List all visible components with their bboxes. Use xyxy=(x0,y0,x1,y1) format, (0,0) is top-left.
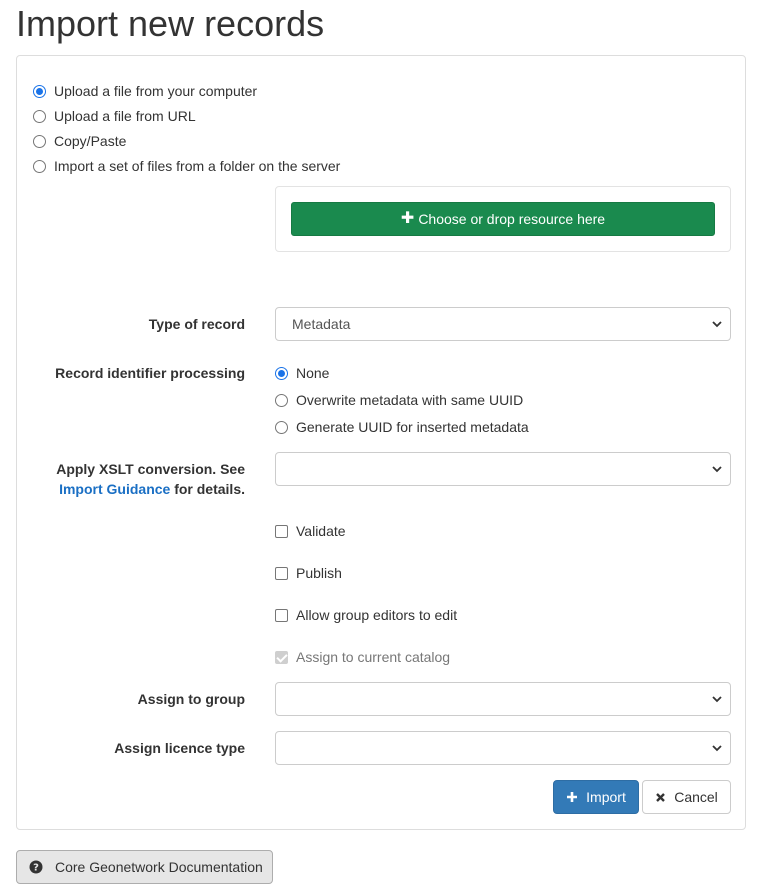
radio-label: Generate UUID for inserted metadata xyxy=(296,419,529,435)
radio-label: None xyxy=(296,365,330,381)
radio-identifier-none[interactable]: None xyxy=(275,363,329,383)
xslt-label-suffix: for details. xyxy=(174,481,245,497)
checkbox[interactable] xyxy=(275,566,288,580)
checkbox-publish[interactable]: Publish xyxy=(275,563,342,583)
checkbox-validate[interactable]: Validate xyxy=(275,521,346,541)
checkbox-label: Validate xyxy=(296,523,346,539)
chevron-down-icon xyxy=(712,466,722,473)
radio-label: Upload a file from your computer xyxy=(54,83,258,99)
xslt-label-prefix: Apply XSLT conversion. See xyxy=(56,461,245,477)
radio-button[interactable] xyxy=(275,366,288,380)
chevron-down-icon xyxy=(712,745,722,752)
radio-label: Import a set of files from a folder on t… xyxy=(54,158,341,174)
xslt-label: Apply XSLT conversion. See Import Guidan… xyxy=(56,459,245,499)
radio-identifier-generate[interactable]: Generate UUID for inserted metadata xyxy=(275,417,529,437)
checkbox-label: Allow group editors to edit xyxy=(296,607,458,623)
xslt-select[interactable] xyxy=(275,452,731,486)
radio-server-folder[interactable]: Import a set of files from a folder on t… xyxy=(33,156,340,176)
checkbox-label: Assign to current catalog xyxy=(296,649,451,665)
radio-button[interactable] xyxy=(33,84,46,98)
radio-label: Upload a file from URL xyxy=(54,108,196,124)
radio-identifier-overwrite[interactable]: Overwrite metadata with same UUID xyxy=(275,390,523,410)
checkbox-label: Publish xyxy=(296,565,342,581)
import-label: Import xyxy=(586,789,626,805)
question-circle-icon: ? xyxy=(29,860,43,874)
import-button[interactable]: Import xyxy=(553,780,639,814)
chevron-down-icon xyxy=(712,696,722,703)
checkbox xyxy=(275,650,288,664)
type-of-record-select[interactable]: Metadata xyxy=(275,307,731,341)
choose-resource-label: Choose or drop resource here xyxy=(418,211,606,227)
cancel-label: Cancel xyxy=(674,789,718,805)
identifier-processing-label: Record identifier processing xyxy=(55,365,245,381)
radio-upload-file[interactable]: Upload a file from your computer xyxy=(33,81,257,101)
close-icon xyxy=(656,792,666,802)
checkbox[interactable] xyxy=(275,608,288,622)
radio-upload-url[interactable]: Upload a file from URL xyxy=(33,106,196,126)
import-panel: Upload a file from your computer Upload … xyxy=(16,55,746,830)
upload-well: ✚ Choose or drop resource here xyxy=(275,186,731,252)
documentation-label: Core Geonetwork Documentation xyxy=(55,859,263,875)
documentation-button[interactable]: ? Core Geonetwork Documentation xyxy=(16,850,273,884)
checkbox[interactable] xyxy=(275,524,288,538)
radio-label: Overwrite metadata with same UUID xyxy=(296,392,524,408)
radio-button[interactable] xyxy=(33,109,46,123)
radio-button[interactable] xyxy=(275,393,288,407)
radio-label: Copy/Paste xyxy=(54,133,127,149)
cancel-button[interactable]: Cancel xyxy=(642,780,731,814)
page-title: Import new records xyxy=(16,3,325,44)
chevron-down-icon xyxy=(712,321,722,328)
assign-licence-select[interactable] xyxy=(275,731,731,765)
checkbox-current-catalog: Assign to current catalog xyxy=(275,647,450,667)
assign-group-label: Assign to group xyxy=(137,691,245,707)
checkbox-group-editors[interactable]: Allow group editors to edit xyxy=(275,605,457,625)
assign-licence-label: Assign licence type xyxy=(114,740,245,756)
plus-icon xyxy=(567,792,578,802)
select-value: Metadata xyxy=(292,316,351,332)
svg-text:?: ? xyxy=(33,863,39,874)
assign-group-select[interactable] xyxy=(275,682,731,716)
radio-copy-paste[interactable]: Copy/Paste xyxy=(33,131,126,151)
choose-resource-button[interactable]: ✚ Choose or drop resource here xyxy=(291,202,715,236)
radio-button[interactable] xyxy=(33,159,46,173)
radio-button[interactable] xyxy=(275,420,288,434)
import-guidance-link[interactable]: Import Guidance xyxy=(59,481,170,497)
type-of-record-label: Type of record xyxy=(148,316,245,332)
radio-button[interactable] xyxy=(33,134,46,148)
plus-icon: ✚ xyxy=(400,210,415,227)
